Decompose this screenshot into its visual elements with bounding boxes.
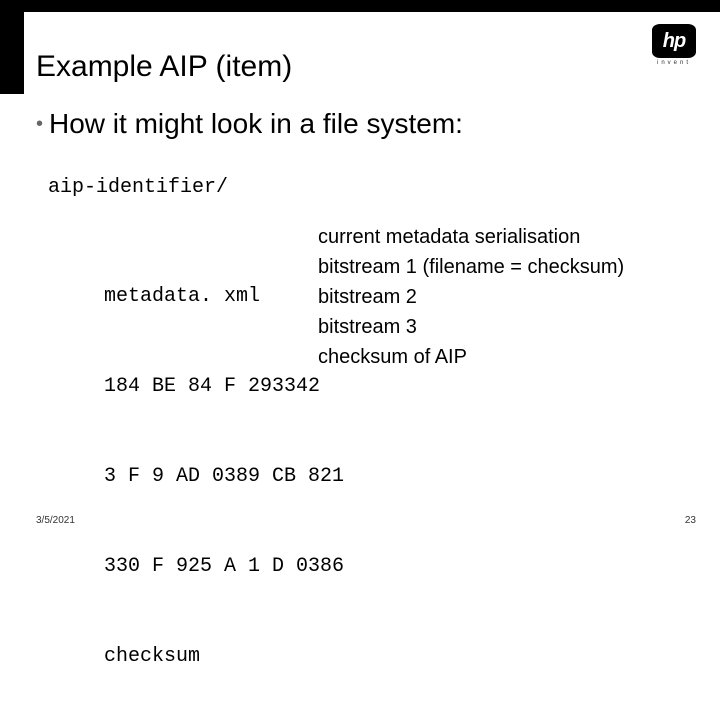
list-item: current metadata serialisation bbox=[318, 222, 624, 252]
side-bar bbox=[0, 12, 24, 94]
bullet-icon: • bbox=[36, 114, 43, 134]
file-list: metadata. xml 184 BE 84 F 293342 3 F 9 A… bbox=[104, 222, 344, 702]
footer-page-number: 23 bbox=[685, 515, 696, 526]
bullet-row: • How it might look in a file system: bbox=[36, 108, 463, 140]
hp-logo-text: hp bbox=[663, 30, 685, 53]
hp-logo-subtext: invent bbox=[652, 60, 696, 66]
list-item: checksum of AIP bbox=[318, 342, 624, 372]
list-item: metadata. xml bbox=[104, 282, 344, 312]
top-bar bbox=[0, 0, 720, 12]
list-item: checksum bbox=[104, 642, 344, 672]
list-item: 3 F 9 AD 0389 CB 821 bbox=[104, 462, 344, 492]
bullet-text: How it might look in a file system: bbox=[49, 108, 463, 140]
list-item: bitstream 2 bbox=[318, 282, 624, 312]
footer-date: 3/5/2021 bbox=[36, 515, 75, 526]
hp-logo: hp invent bbox=[652, 24, 696, 66]
directory-label: aip-identifier/ bbox=[48, 176, 228, 199]
slide-title: Example AIP (item) bbox=[36, 50, 292, 84]
description-list: current metadata serialisation bitstream… bbox=[318, 222, 624, 372]
list-item: 184 BE 84 F 293342 bbox=[104, 372, 344, 402]
list-item: bitstream 3 bbox=[318, 312, 624, 342]
list-item: bitstream 1 (filename = checksum) bbox=[318, 252, 624, 282]
list-item: 330 F 925 A 1 D 0386 bbox=[104, 552, 344, 582]
hp-logo-mark: hp bbox=[652, 24, 696, 58]
